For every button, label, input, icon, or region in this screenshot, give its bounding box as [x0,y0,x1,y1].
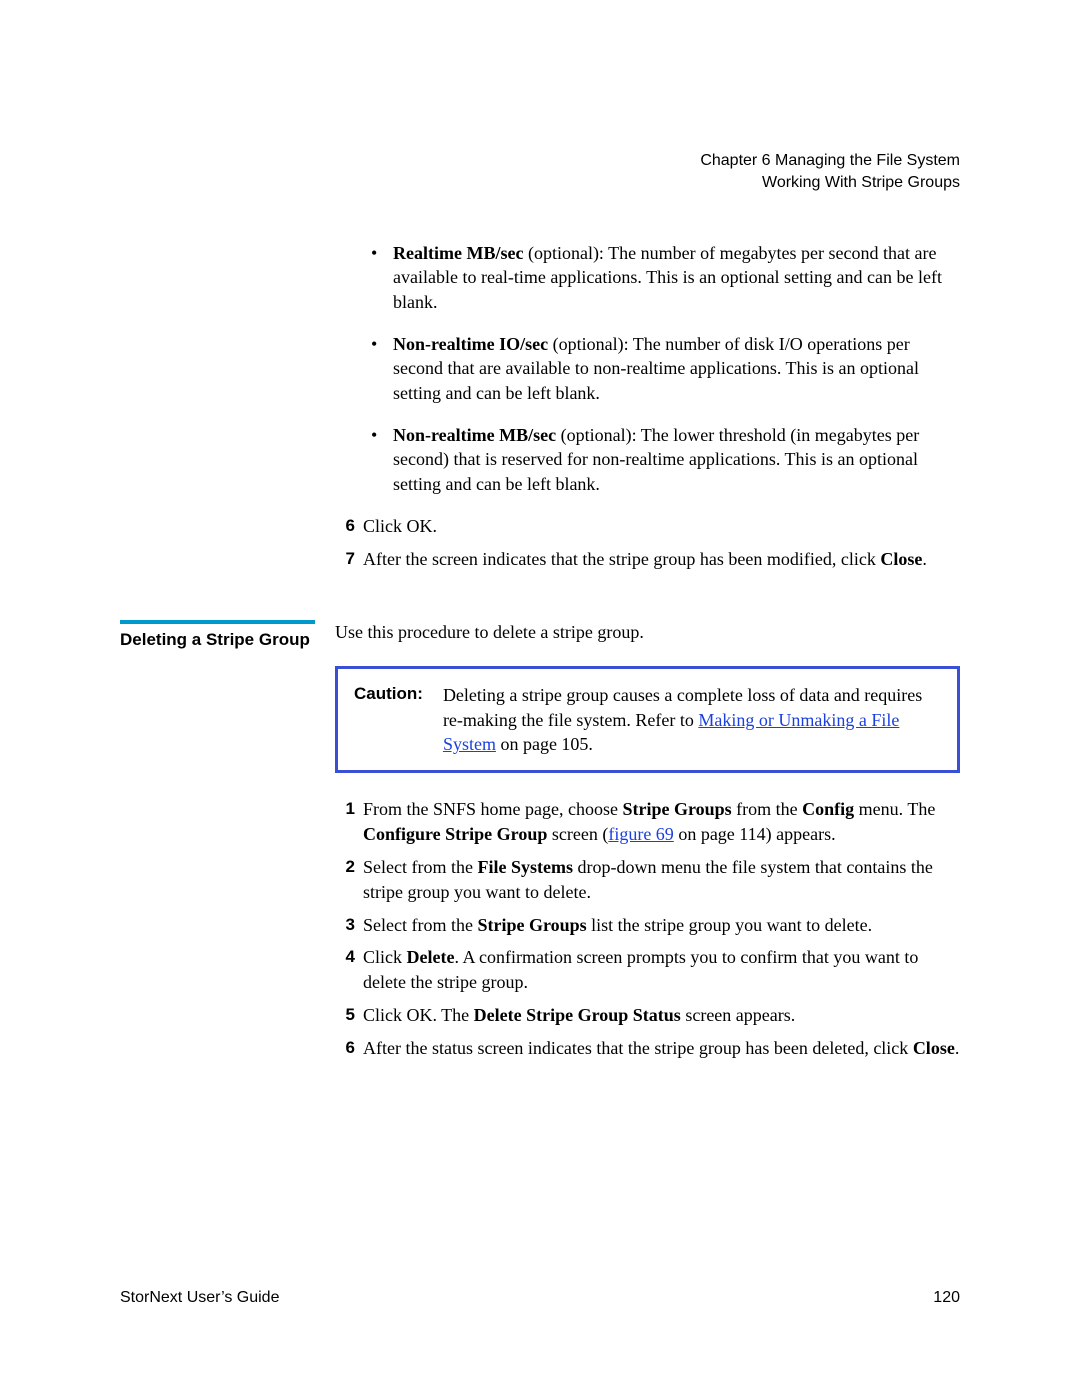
link-figure-69[interactable]: figure 69 [608,824,673,844]
side-heading: Deleting a Stripe Group [120,620,315,650]
bullet-nonrealtime-io: Non-realtime IO/sec (optional): The numb… [365,332,960,405]
section-intro: Use this procedure to delete a stripe gr… [335,620,960,645]
step-number: 2 [335,855,355,878]
step-6: 6 Click OK. [335,514,960,539]
bullet-term: Non-realtime IO/sec [393,334,548,354]
close-bold: Close [880,549,922,569]
caution-label: Caution: [354,683,423,756]
step-number: 1 [335,797,355,820]
page-footer: StorNext User’s Guide 120 [120,1289,960,1307]
step-number: 3 [335,913,355,936]
step-number: 5 [335,1003,355,1026]
delete-step-1: 1 From the SNFS home page, choose Stripe… [335,797,960,847]
section-deleting-stripe-group: Deleting a Stripe Group Use this procedu… [120,620,960,1071]
page: Chapter 6 Managing the File System Worki… [0,0,1080,1397]
page-header: Chapter 6 Managing the File System Worki… [120,150,960,193]
footer-page-number: 120 [933,1289,960,1307]
header-chapter: Chapter 6 Managing the File System [120,150,960,172]
step-number: 6 [335,514,355,537]
delete-step-4: 4 Click Delete. A confirmation screen pr… [335,945,960,995]
side-heading-wrap: Deleting a Stripe Group [120,620,335,650]
footer-guide-name: StorNext User’s Guide [120,1289,279,1307]
delete-step-2: 2 Select from the File Systems drop-down… [335,855,960,905]
step-text: Click OK. [363,516,437,536]
caution-box: Caution: Deleting a stripe group causes … [335,666,960,773]
delete-steps-list: 1 From the SNFS home page, choose Stripe… [335,797,960,1060]
step-text: After the screen indicates that the stri… [363,549,880,569]
step-number: 4 [335,945,355,968]
modify-steps-tail: 6 Click OK. 7 After the screen indicates… [335,514,960,572]
section-body: Use this procedure to delete a stripe gr… [335,620,960,1071]
step-7: 7 After the screen indicates that the st… [335,547,960,572]
bullet-term: Non-realtime MB/sec [393,425,556,445]
bullet-nonrealtime-mb: Non-realtime MB/sec (optional): The lowe… [365,423,960,496]
step-number: 6 [335,1036,355,1059]
step-number: 7 [335,547,355,570]
bullet-realtime-mb: Realtime MB/sec (optional): The number o… [365,241,960,314]
header-section: Working With Stripe Groups [120,172,960,194]
options-bullet-list: Realtime MB/sec (optional): The number o… [365,241,960,496]
continuation-content: Realtime MB/sec (optional): The number o… [335,241,960,571]
delete-step-5: 5 Click OK. The Delete Stripe Group Stat… [335,1003,960,1028]
bullet-term: Realtime MB/sec [393,243,523,263]
delete-step-3: 3 Select from the Stripe Groups list the… [335,913,960,938]
caution-text: Deleting a stripe group causes a complet… [443,683,941,756]
delete-step-6: 6 After the status screen indicates that… [335,1036,960,1061]
